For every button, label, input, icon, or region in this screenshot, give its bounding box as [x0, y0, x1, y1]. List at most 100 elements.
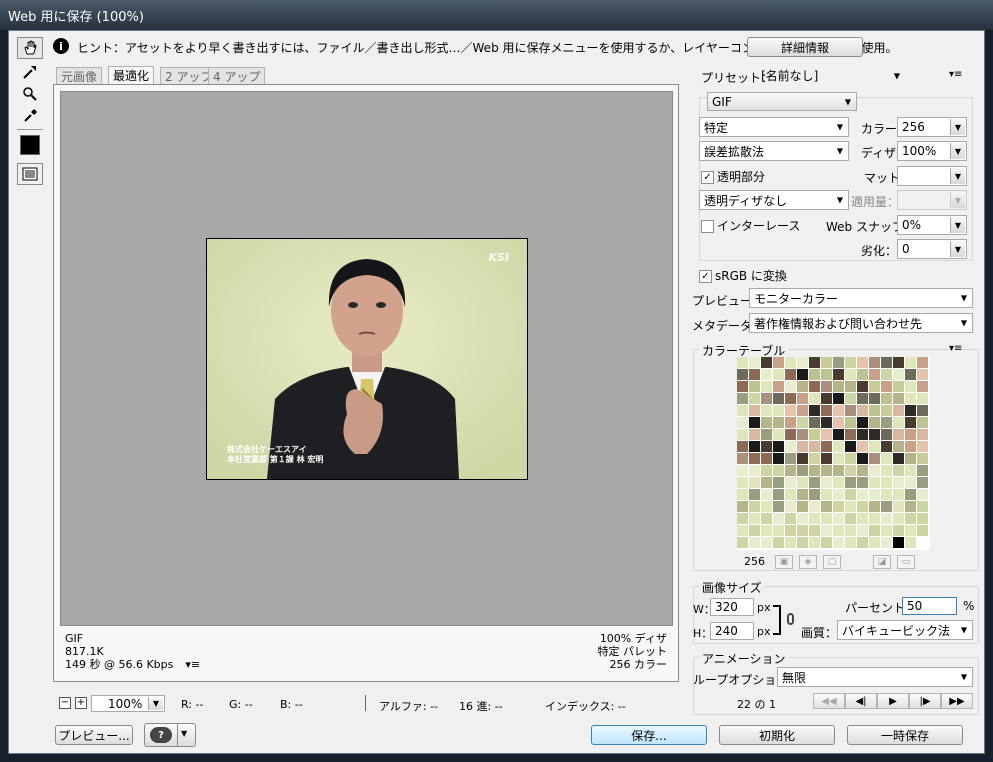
color-swatch[interactable] — [917, 381, 929, 393]
color-swatch[interactable] — [737, 453, 749, 465]
color-swatch[interactable] — [809, 417, 821, 429]
lock-icon[interactable]: ▢ — [823, 555, 841, 569]
percent-input[interactable]: 50 — [902, 597, 957, 615]
first-frame-icon[interactable]: ◀◀ — [813, 693, 845, 709]
width-input[interactable]: 320 — [710, 598, 754, 616]
color-swatch[interactable] — [737, 513, 749, 525]
color-swatch[interactable] — [737, 501, 749, 513]
color-swatch[interactable] — [785, 441, 797, 453]
color-swatch[interactable] — [797, 537, 809, 549]
color-swatch[interactable] — [869, 369, 881, 381]
color-swatch[interactable] — [845, 381, 857, 393]
color-swatch[interactable] — [857, 513, 869, 525]
color-swatch[interactable] — [761, 429, 773, 441]
color-swatch[interactable] — [869, 537, 881, 549]
color-swatch[interactable] — [845, 393, 857, 405]
color-swatch[interactable] — [845, 465, 857, 477]
color-swatch[interactable] — [833, 525, 845, 537]
color-swatch[interactable] — [737, 369, 749, 381]
color-swatch[interactable] — [845, 369, 857, 381]
color-swatch[interactable] — [749, 525, 761, 537]
color-swatch[interactable] — [737, 393, 749, 405]
color-swatch[interactable] — [821, 393, 833, 405]
color-swatch[interactable] — [857, 369, 869, 381]
zoom-in-button[interactable]: + — [75, 697, 87, 709]
color-swatch[interactable] — [833, 405, 845, 417]
websnap-combo[interactable]: 0% ▼ — [897, 215, 967, 235]
color-swatch[interactable] — [893, 429, 905, 441]
color-swatch[interactable] — [857, 393, 869, 405]
color-swatch[interactable] — [797, 429, 809, 441]
color-swatch[interactable] — [833, 381, 845, 393]
color-swatch[interactable] — [737, 357, 749, 369]
zoom-out-button[interactable]: − — [59, 697, 71, 709]
color-swatch[interactable] — [773, 417, 785, 429]
color-swatch[interactable] — [821, 525, 833, 537]
color-swatch[interactable] — [785, 489, 797, 501]
chain-link-icon[interactable] — [787, 613, 794, 625]
color-swatch[interactable] — [845, 477, 857, 489]
color-swatch[interactable] — [809, 393, 821, 405]
color-swatch[interactable] — [893, 381, 905, 393]
color-swatch[interactable] — [809, 513, 821, 525]
color-swatch[interactable] — [821, 537, 833, 549]
color-swatch[interactable] — [917, 525, 929, 537]
dither-combo[interactable]: 100% ▼ — [897, 141, 967, 161]
color-swatch[interactable] — [761, 513, 773, 525]
color-swatch[interactable] — [893, 501, 905, 513]
color-swatch[interactable] — [737, 537, 749, 549]
color-swatch[interactable] — [761, 393, 773, 405]
color-swatch[interactable] — [917, 429, 929, 441]
color-swatch[interactable] — [917, 357, 929, 369]
color-swatch[interactable] — [845, 501, 857, 513]
color-swatch[interactable] — [809, 381, 821, 393]
color-swatch[interactable] — [761, 405, 773, 417]
color-swatch[interactable] — [857, 381, 869, 393]
color-swatch[interactable] — [881, 477, 893, 489]
color-swatch[interactable] — [881, 537, 893, 549]
color-swatch[interactable] — [905, 489, 917, 501]
color-swatch[interactable] — [761, 441, 773, 453]
color-swatch[interactable] — [821, 405, 833, 417]
color-swatch[interactable] — [893, 441, 905, 453]
color-swatch[interactable] — [833, 357, 845, 369]
title-bar[interactable]: Web 用に保存 (100%) — [0, 0, 993, 30]
color-swatch[interactable] — [809, 369, 821, 381]
color-swatch[interactable] — [869, 357, 881, 369]
color-swatch[interactable] — [749, 489, 761, 501]
color-swatch[interactable] — [905, 381, 917, 393]
color-swatch[interactable] — [881, 369, 893, 381]
color-swatch[interactable] — [785, 477, 797, 489]
color-swatch[interactable] — [845, 453, 857, 465]
last-frame-icon[interactable]: ▶▶ — [941, 693, 973, 709]
color-swatch[interactable] — [833, 417, 845, 429]
color-swatch[interactable] — [833, 513, 845, 525]
color-swatch[interactable] — [737, 477, 749, 489]
color-swatch[interactable] — [881, 501, 893, 513]
color-swatch[interactable] — [845, 417, 857, 429]
color-swatch[interactable] — [737, 441, 749, 453]
color-swatch[interactable] — [869, 405, 881, 417]
color-swatch[interactable] — [905, 453, 917, 465]
height-input[interactable]: 240 — [710, 622, 754, 640]
color-swatch[interactable] — [749, 393, 761, 405]
color-swatch[interactable] — [917, 489, 929, 501]
color-swatch[interactable] — [917, 405, 929, 417]
color-swatch[interactable] — [737, 381, 749, 393]
color-swatch[interactable] — [749, 537, 761, 549]
color-swatch[interactable] — [785, 357, 797, 369]
color-swatch[interactable] — [893, 357, 905, 369]
color-swatch[interactable] — [881, 393, 893, 405]
transparency-checkbox[interactable]: ✓ 透明部分 — [701, 168, 765, 185]
color-swatch[interactable] — [845, 429, 857, 441]
color-swatch[interactable] — [821, 369, 833, 381]
color-swatch[interactable] — [905, 513, 917, 525]
tab-4up[interactable]: 4 アップ — [208, 67, 266, 84]
color-swatch[interactable] — [785, 393, 797, 405]
color-swatch[interactable] — [761, 357, 773, 369]
color-swatch[interactable] — [881, 453, 893, 465]
color-swatch[interactable] — [809, 429, 821, 441]
colors-combo[interactable]: 256 ▼ — [897, 117, 967, 137]
color-swatch[interactable] — [917, 393, 929, 405]
color-swatch[interactable] — [785, 405, 797, 417]
